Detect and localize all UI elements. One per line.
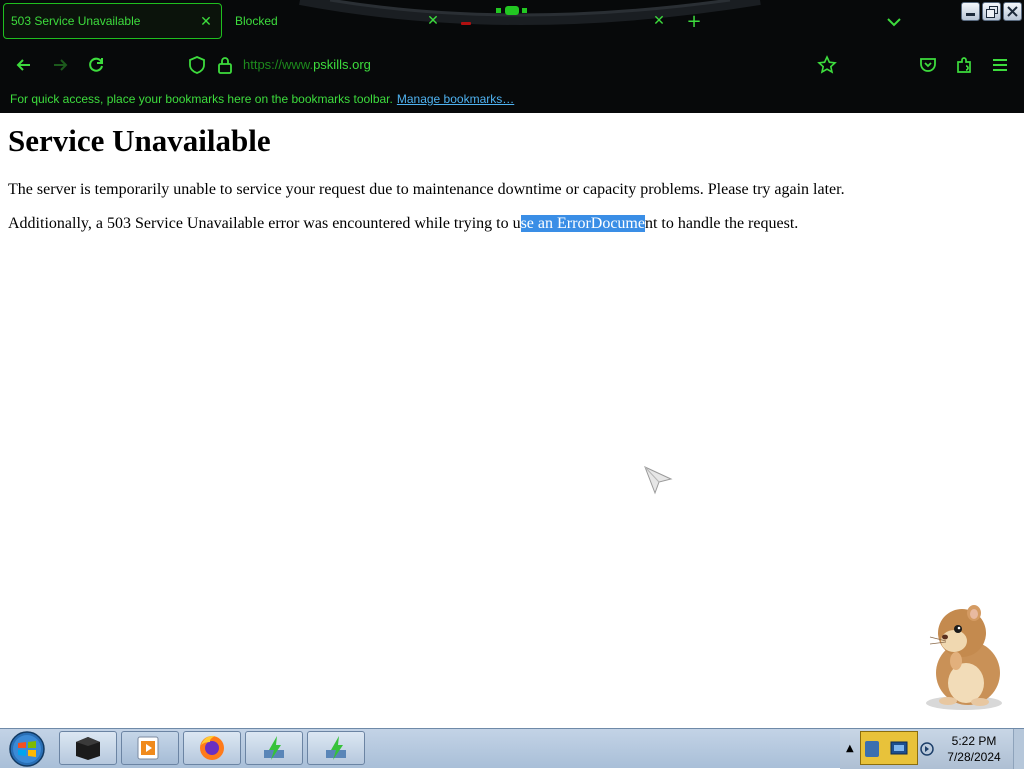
restore-icon	[985, 5, 998, 18]
page-title: Service Unavailable	[8, 123, 271, 158]
close-tab-icon[interactable]: ✕	[652, 13, 666, 27]
system-tray: ▲ 5:22 PM 7/28/2024	[840, 729, 1024, 769]
tab-label: Blocked	[235, 14, 278, 28]
error-document-message: Additionally, a 503 Service Unavailable …	[8, 215, 798, 233]
green-app-icon	[326, 736, 346, 760]
forward-arrow-icon[interactable]	[50, 55, 70, 75]
tab-blocked[interactable]: Blocked ✕	[228, 3, 448, 39]
page-content: Service Unavailable The server is tempor…	[0, 113, 1024, 728]
show-hidden-icons-arrow-icon[interactable]: ▲	[846, 743, 854, 754]
minimize-icon	[966, 13, 975, 16]
restore-button[interactable]	[982, 2, 1001, 21]
new-tab-button[interactable]: +	[684, 12, 704, 32]
taskbar-firefox[interactable]	[183, 731, 241, 765]
tracking-protection-shield-icon[interactable]	[187, 55, 207, 75]
selected-text: se an ErrorDocume	[520, 215, 645, 232]
tab-untitled[interactable]: ✕	[452, 3, 674, 39]
taskbar-terminal[interactable]	[59, 731, 117, 765]
text-after-selection: nt to handle the request.	[644, 215, 799, 232]
bookmark-star-icon[interactable]	[817, 55, 837, 75]
taskbar: ▲ 5:22 PM 7/28/2024	[0, 728, 1024, 769]
terminal-icon	[76, 737, 100, 760]
taskbar-media-player[interactable]	[121, 731, 179, 765]
taskbar-app-2[interactable]	[307, 731, 365, 765]
tray-icons-group	[860, 731, 918, 765]
manage-bookmarks-link[interactable]: Manage bookmarks…	[397, 92, 514, 106]
taskbar-clock[interactable]: 5:22 PM 7/28/2024	[937, 733, 1011, 765]
lock-icon[interactable]	[215, 55, 235, 75]
taskbar-app-1[interactable]	[245, 731, 303, 765]
url-prefix: https://www.	[243, 57, 314, 72]
text-before-selection: Additionally, a 503 Service Unavailable …	[8, 215, 521, 232]
url-host: pskills.org	[313, 57, 371, 72]
tab-bar: 503 Service Unavailable ✕ Blocked ✕ ✕ +	[0, 0, 1024, 43]
close-window-button[interactable]	[1003, 2, 1022, 21]
url-field[interactable]: https://www.pskills.org	[243, 57, 371, 72]
close-tab-icon[interactable]: ✕	[199, 14, 213, 28]
navigation-toolbar: https://www.pskills.org	[0, 43, 1024, 87]
bookmarks-hint-text: For quick access, place your bookmarks h…	[10, 92, 393, 106]
extensions-puzzle-icon[interactable]	[954, 55, 974, 75]
clock-date: 7/28/2024	[947, 750, 1001, 764]
hamster-mascot-icon	[926, 605, 1002, 710]
volume-icon[interactable]	[920, 741, 934, 757]
pocket-icon[interactable]	[918, 55, 938, 75]
minimize-button[interactable]	[961, 2, 980, 21]
back-arrow-icon[interactable]	[14, 55, 34, 75]
start-button[interactable]	[3, 730, 51, 768]
reload-icon[interactable]	[86, 55, 106, 75]
mouse-pointer-icon	[644, 466, 673, 495]
hamburger-menu-icon[interactable]	[990, 55, 1010, 75]
tab-503-service-unavailable[interactable]: 503 Service Unavailable ✕	[3, 3, 222, 39]
show-desktop-button[interactable]	[1013, 729, 1024, 769]
list-all-tabs-chevron-icon[interactable]	[884, 12, 904, 32]
tray-icons	[865, 741, 908, 757]
green-app-icon	[264, 736, 284, 760]
bookmarks-toolbar: For quick access, place your bookmarks h…	[0, 87, 1024, 113]
media-player-icon	[137, 736, 159, 760]
network-icon	[865, 741, 879, 757]
error-message: The server is temporarily unable to serv…	[8, 181, 845, 198]
clock-time: 5:22 PM	[951, 734, 997, 748]
close-icon	[1007, 6, 1018, 17]
close-tab-icon[interactable]: ✕	[426, 13, 440, 27]
firefox-icon	[200, 735, 224, 760]
window-controls	[961, 2, 1022, 21]
tab-label: 503 Service Unavailable	[11, 14, 141, 28]
